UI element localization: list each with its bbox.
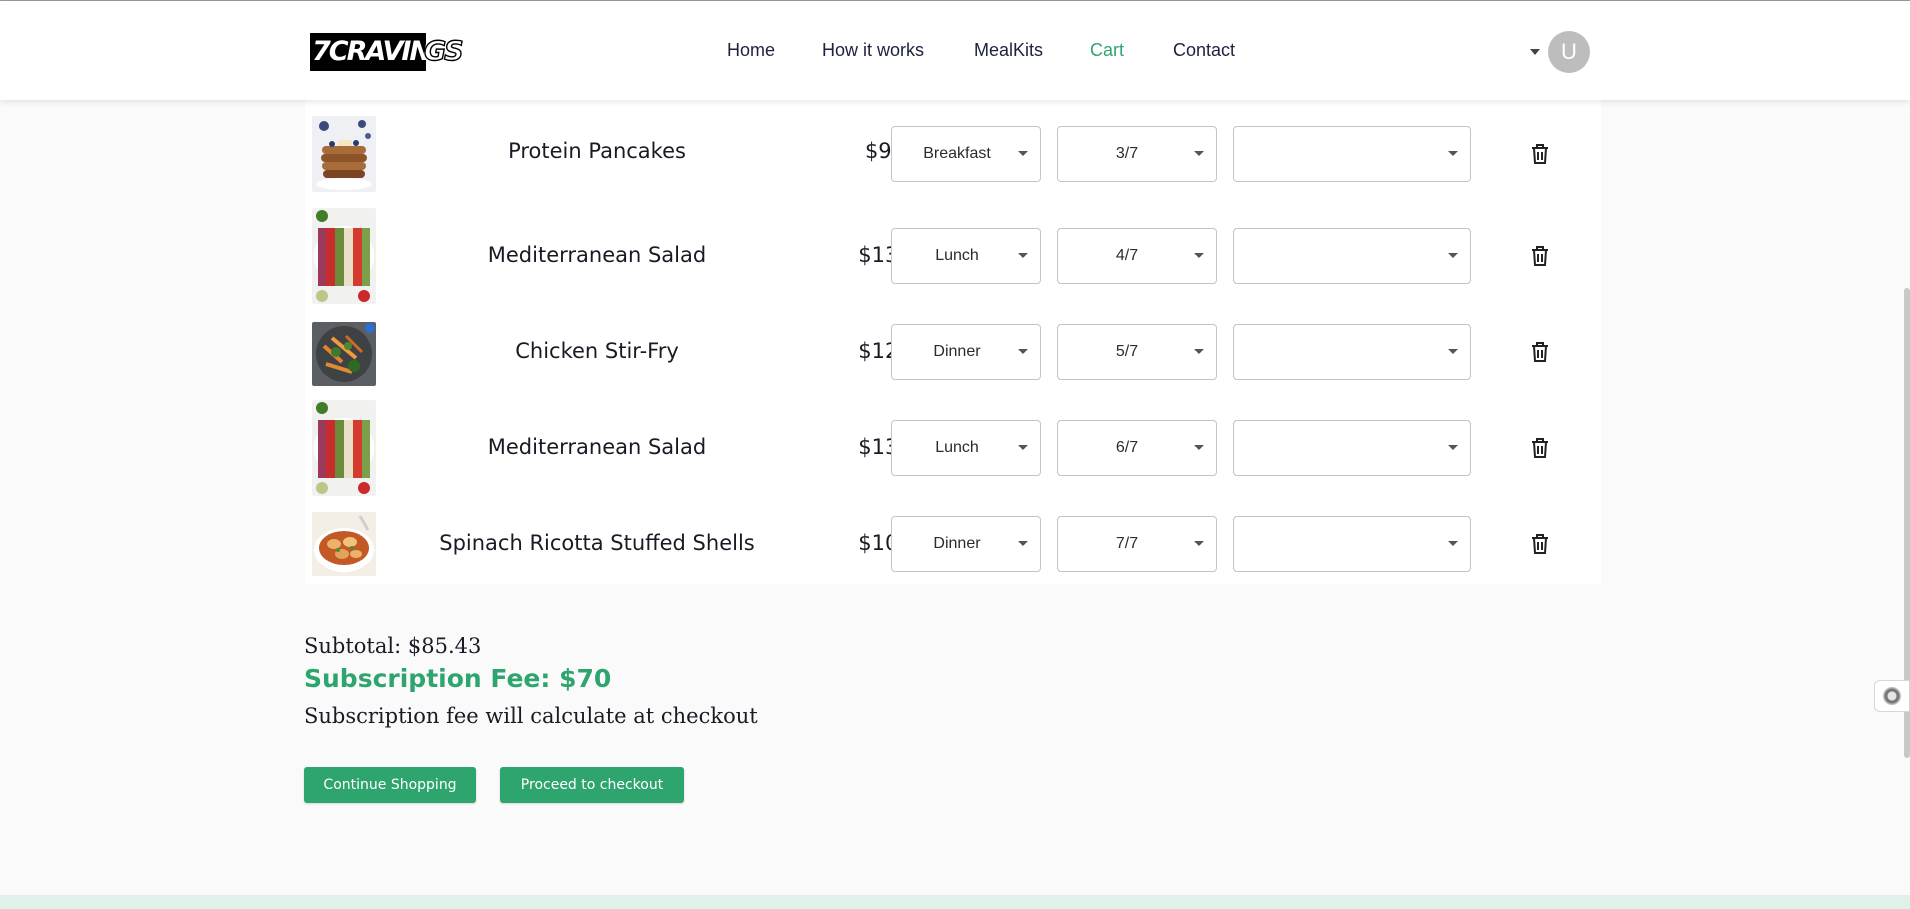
dropdown-arrow-icon (1018, 349, 1028, 354)
subscription-fee-note: Subscription fee will calculate at check… (304, 704, 758, 728)
dropdown-arrow-icon (1194, 349, 1204, 354)
meal-type-select[interactable]: Breakfast (891, 126, 1041, 182)
dropdown-arrow-icon (1448, 349, 1458, 354)
day-value: 6/7 (1115, 439, 1139, 456)
nav-how-it-works[interactable]: How it works (822, 40, 924, 61)
day-select[interactable]: 5/7 (1057, 324, 1217, 380)
record-icon (1883, 687, 1901, 705)
table-row: Chicken Stir-Fry $12.39 Dinner 5/7 (305, 320, 1601, 386)
trash-icon[interactable] (1528, 340, 1552, 364)
option-select[interactable] (1233, 516, 1471, 572)
user-menu[interactable]: U (1530, 31, 1590, 73)
trash-icon[interactable] (1528, 436, 1552, 460)
dropdown-arrow-icon (1194, 541, 1204, 546)
table-row: Spinach Ricotta Stuffed Shells $10.99 Di… (305, 512, 1601, 578)
nav-cart[interactable]: Cart (1090, 40, 1124, 61)
dropdown-arrow-icon (1018, 151, 1028, 156)
proceed-to-checkout-button[interactable]: Proceed to checkout (500, 767, 684, 803)
option-select[interactable] (1233, 228, 1471, 284)
day-value: 3/7 (1115, 145, 1139, 162)
table-row: Protein Pancakes $9.49 Breakfast 3/7 (305, 114, 1601, 194)
day-select[interactable]: 7/7 (1057, 516, 1217, 572)
nav-contact[interactable]: Contact (1173, 40, 1235, 61)
meal-type-select[interactable]: Lunch (891, 420, 1041, 476)
floating-widget[interactable] (1874, 680, 1910, 712)
nav-home[interactable]: Home (727, 40, 775, 61)
option-select[interactable] (1233, 324, 1471, 380)
day-select[interactable]: 6/7 (1057, 420, 1217, 476)
option-select[interactable] (1233, 126, 1471, 182)
dropdown-arrow-icon (1018, 541, 1028, 546)
stuffed-shells-photo (312, 512, 376, 576)
meal-type-value: Breakfast (923, 145, 991, 162)
dropdown-arrow-icon (1194, 445, 1204, 450)
continue-shopping-button[interactable]: Continue Shopping (304, 767, 476, 803)
meal-type-select[interactable]: Dinner (891, 516, 1041, 572)
dropdown-arrow-icon (1448, 253, 1458, 258)
dropdown-arrow-icon (1448, 541, 1458, 546)
nav-mealkits[interactable]: MealKits (974, 40, 1043, 61)
site-header: 7CRAVIN GS Home How it works MealKits Car… (0, 1, 1910, 100)
day-value: 7/7 (1115, 535, 1139, 552)
day-value: 4/7 (1115, 247, 1139, 264)
item-name: Chicken Stir-Fry (515, 339, 679, 363)
dropdown-arrow-icon (1018, 253, 1028, 258)
footer (0, 895, 1910, 909)
table-row: Mediterranean Salad $13.29 Lunch 6/7 (305, 400, 1601, 496)
item-name: Mediterranean Salad (487, 243, 707, 267)
dropdown-arrow-icon (1018, 445, 1028, 450)
pancakes-photo (312, 116, 376, 192)
dropdown-arrow-icon (1448, 151, 1458, 156)
dropdown-arrow-icon (1194, 151, 1204, 156)
item-name: Mediterranean Salad (487, 435, 707, 459)
main-nav: Home How it works MealKits Cart Contact (0, 40, 1910, 64)
item-name: Protein Pancakes (508, 139, 686, 163)
meal-type-select[interactable]: Dinner (891, 324, 1041, 380)
option-select[interactable] (1233, 420, 1471, 476)
meal-type-value: Lunch (935, 247, 979, 264)
meal-type-value: Dinner (933, 535, 981, 552)
chevron-down-icon (1530, 49, 1540, 55)
dropdown-arrow-icon (1194, 253, 1204, 258)
avatar: U (1548, 31, 1590, 73)
salad-photo (312, 208, 376, 304)
subtotal-text: Subtotal: $85.43 (304, 634, 482, 658)
trash-icon[interactable] (1528, 244, 1552, 268)
item-name: Spinach Ricotta Stuffed Shells (439, 531, 755, 555)
trash-icon[interactable] (1528, 532, 1552, 556)
meal-type-value: Lunch (935, 439, 979, 456)
meal-type-select[interactable]: Lunch (891, 228, 1041, 284)
day-value: 5/7 (1115, 343, 1139, 360)
salad-photo (312, 400, 376, 496)
subscription-fee: Subscription Fee: $70 (304, 664, 612, 693)
dropdown-arrow-icon (1448, 445, 1458, 450)
meal-type-value: Dinner (933, 343, 981, 360)
day-select[interactable]: 3/7 (1057, 126, 1217, 182)
stir-fry-photo (312, 322, 376, 386)
trash-icon[interactable] (1528, 142, 1552, 166)
table-row: Mediterranean Salad $13.29 Lunch 4/7 (305, 208, 1601, 304)
day-select[interactable]: 4/7 (1057, 228, 1217, 284)
